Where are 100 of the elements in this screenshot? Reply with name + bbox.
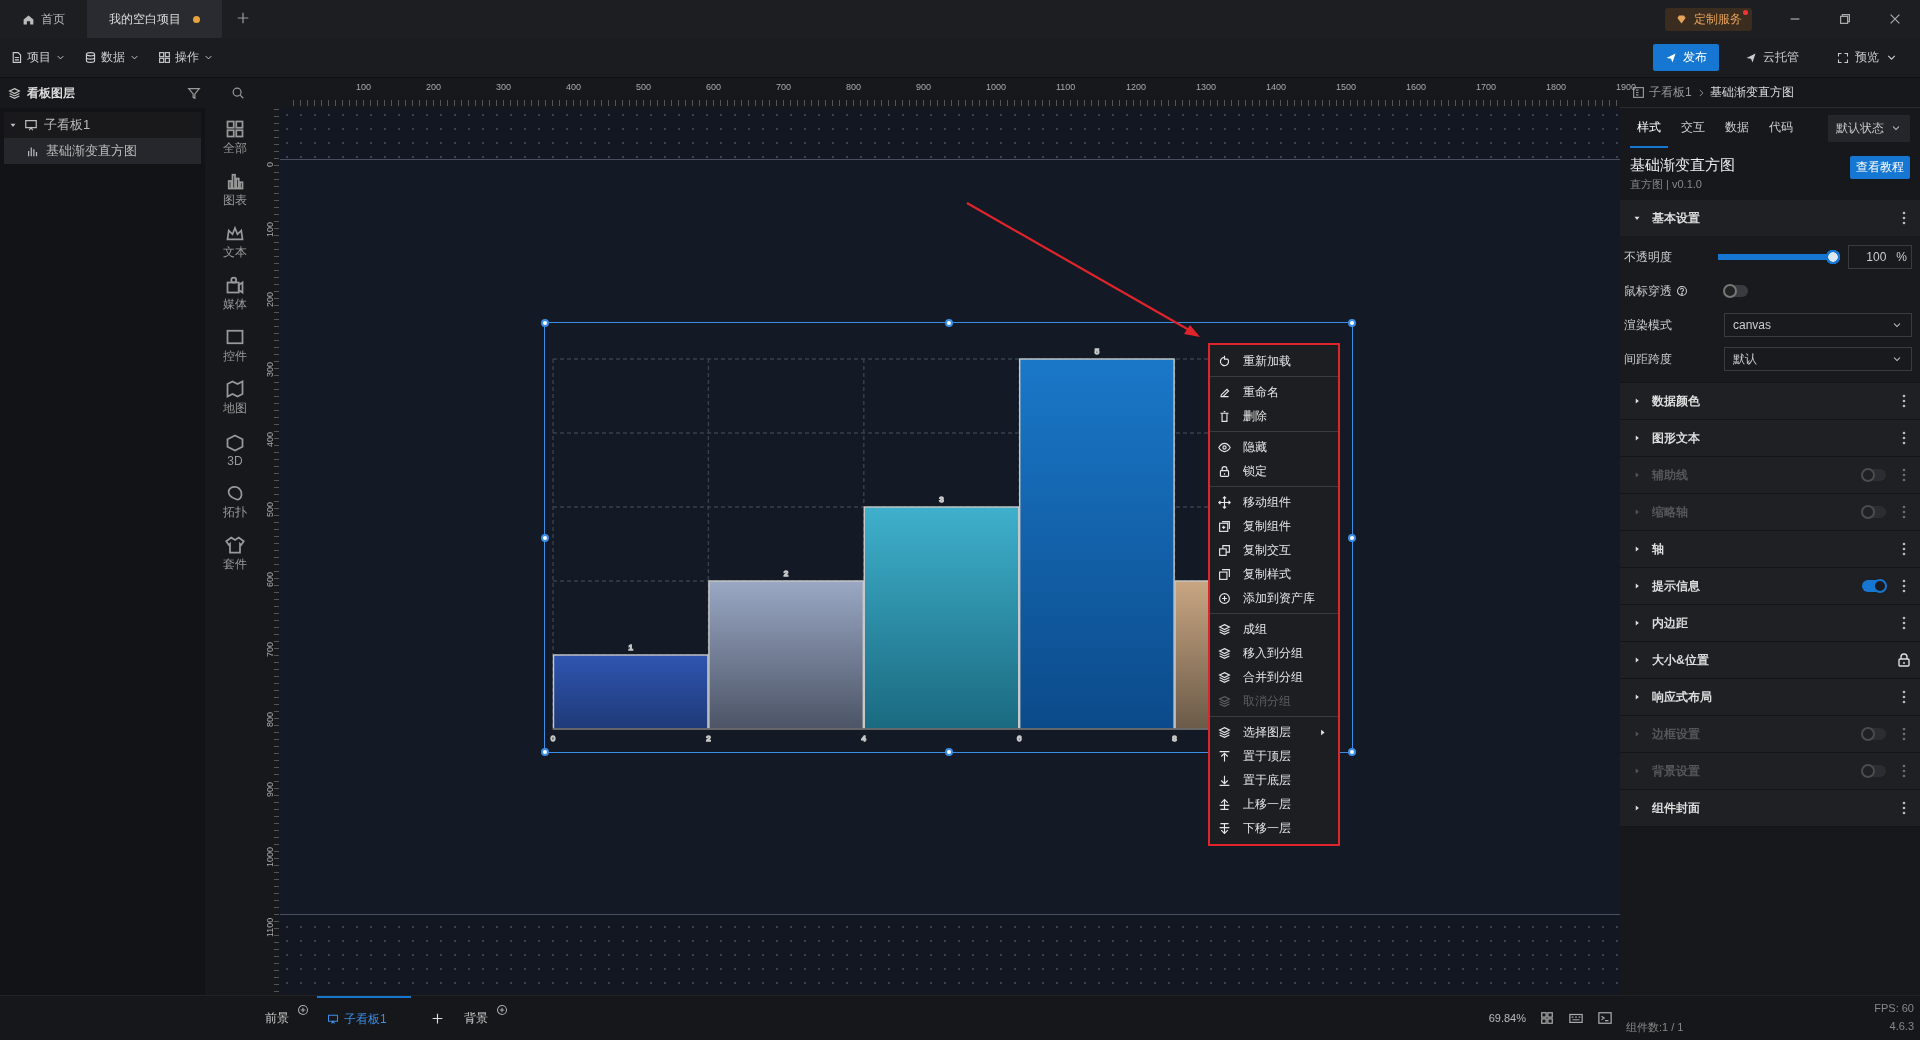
card-icon xyxy=(225,327,245,347)
menu-item[interactable]: 移入到分组 xyxy=(1210,641,1338,665)
section-header[interactable]: 响应式布局 xyxy=(1620,679,1920,715)
menu-item[interactable]: 重命名 xyxy=(1210,380,1338,404)
section-header[interactable]: 组件封面 xyxy=(1620,790,1920,826)
menu-item[interactable]: 合并到分组 xyxy=(1210,665,1338,689)
resize-handle[interactable] xyxy=(944,319,953,327)
category-button[interactable]: 媒体 xyxy=(223,268,247,320)
section-header[interactable]: 数据颜色 xyxy=(1620,383,1920,419)
section-header[interactable]: 大小&位置 xyxy=(1620,642,1920,678)
add-button[interactable] xyxy=(495,1004,508,1016)
menu-item[interactable]: 复制组件 xyxy=(1210,514,1338,538)
menu-item[interactable]: 复制交互 xyxy=(1210,538,1338,562)
resize-handle[interactable] xyxy=(541,319,549,327)
service-button[interactable]: 定制服务 xyxy=(1665,7,1752,31)
menu-item[interactable]: 重新加载 xyxy=(1210,349,1338,373)
section-header[interactable]: 轴 xyxy=(1620,531,1920,567)
axis-tick-label: 6 xyxy=(1016,734,1022,743)
resize-handle[interactable] xyxy=(944,748,953,756)
grid-icon xyxy=(225,119,245,139)
value-label: 2 xyxy=(783,569,789,578)
tutorial-button[interactable]: 查看教程 xyxy=(1850,156,1910,179)
board-tab[interactable]: 子看板1 xyxy=(317,996,411,1040)
menu-button[interactable]: 数据 xyxy=(84,49,140,66)
category-button[interactable]: 控件 xyxy=(223,320,247,372)
category-button[interactable]: 3D xyxy=(225,424,245,476)
axis-tick-label: 2 xyxy=(706,734,711,743)
menu-item[interactable]: 上移一层 xyxy=(1210,792,1338,816)
tab[interactable]: 数据 xyxy=(1718,108,1756,148)
add-board-button[interactable] xyxy=(430,1011,444,1025)
ruler-label: 1200 xyxy=(1126,82,1147,92)
menu-item[interactable]: 添加到资产库 xyxy=(1210,586,1338,610)
menu-item[interactable]: 锁定 xyxy=(1210,459,1338,483)
ruler-label: 1100 xyxy=(1056,82,1076,92)
menu-item[interactable]: 删除 xyxy=(1210,404,1338,428)
layers-icon xyxy=(1218,622,1231,636)
ruler-label: 700 xyxy=(776,82,792,92)
category-button[interactable]: 全部 xyxy=(223,112,247,164)
menu-button[interactable]: 操作 xyxy=(158,49,214,66)
shirt-icon xyxy=(225,535,245,555)
tab[interactable]: 交互 xyxy=(1674,108,1712,148)
preview-button[interactable]: 预览 xyxy=(1825,44,1910,71)
tab[interactable]: 代码 xyxy=(1762,108,1800,148)
add-button[interactable] xyxy=(297,1004,309,1016)
ruler-label: 1300 xyxy=(1196,82,1217,92)
layer-item[interactable]: 基础渐变直方图 xyxy=(4,138,201,164)
toolbar-button[interactable]: 云托管 xyxy=(1733,44,1811,71)
ruler-label: 1000 xyxy=(265,846,275,867)
category-button[interactable]: 图表 xyxy=(223,164,247,216)
copy-icon xyxy=(1218,543,1231,557)
field-label: 鼠标穿透 xyxy=(1624,282,1672,300)
select-field[interactable]: canvas xyxy=(1724,313,1912,337)
tab[interactable]: 我的空白项目 xyxy=(87,0,222,38)
section-header[interactable]: 图形文本 xyxy=(1620,420,1920,456)
tab[interactable]: 首页 xyxy=(0,0,87,38)
menu-item[interactable]: 置于底层 xyxy=(1210,768,1338,792)
toggle-switch[interactable] xyxy=(1862,580,1886,592)
reload-icon xyxy=(1218,354,1231,368)
category-button[interactable]: 地图 xyxy=(223,372,247,424)
menu-item[interactable]: 成组 xyxy=(1210,617,1338,641)
copy-icon xyxy=(1218,567,1231,581)
fit-screen-button[interactable] xyxy=(1540,1011,1554,1025)
resize-handle[interactable] xyxy=(1348,533,1356,542)
toggle-switch[interactable] xyxy=(1724,285,1748,297)
section-header[interactable]: 基本设置 xyxy=(1620,200,1920,236)
layer-tab[interactable]: 背景 xyxy=(463,1009,488,1027)
menu-item[interactable]: 复制样式 xyxy=(1210,562,1338,586)
copy-plus-icon xyxy=(1218,519,1231,533)
menu-button[interactable]: 项目 xyxy=(10,49,66,66)
layer-item[interactable]: 子看板1 xyxy=(4,112,201,138)
menu-item[interactable]: 下移一层 xyxy=(1210,816,1338,840)
filter-button[interactable] xyxy=(187,86,201,100)
select-field[interactable]: 默认 xyxy=(1724,347,1912,371)
resize-handle[interactable] xyxy=(1348,748,1356,756)
resize-handle[interactable] xyxy=(541,533,549,542)
category-button[interactable]: 拓扑 xyxy=(223,476,247,528)
layer-tab[interactable]: 前景 xyxy=(265,1009,289,1027)
tab[interactable]: 样式 xyxy=(1630,108,1668,148)
category-button[interactable]: 套件 xyxy=(223,528,247,580)
search-button[interactable] xyxy=(231,86,245,100)
category-button[interactable]: 文本 xyxy=(223,216,247,268)
resize-handle[interactable] xyxy=(541,748,549,756)
menu-item[interactable]: 选择图层 xyxy=(1210,720,1338,744)
ruler-label: 1100 xyxy=(265,917,275,937)
ruler-label: 200 xyxy=(265,291,275,307)
menu-item[interactable]: 置于顶层 xyxy=(1210,744,1338,768)
lock-icon xyxy=(1896,652,1912,668)
state-dropdown[interactable]: 默认状态 xyxy=(1828,114,1910,142)
breadcrumb-item[interactable]: 子看板1 xyxy=(1649,84,1692,101)
publish-button[interactable]: 发布 xyxy=(1653,44,1719,71)
resize-handle[interactable] xyxy=(1348,319,1356,327)
menu-item[interactable]: 隐藏 xyxy=(1210,435,1338,459)
menu-item[interactable]: 移动组件 xyxy=(1210,490,1338,514)
home-icon xyxy=(22,12,35,26)
ruler-label: 800 xyxy=(846,82,862,92)
section-header[interactable]: 提示信息 xyxy=(1620,568,1920,604)
field-label: 不透明度 xyxy=(1624,248,1672,266)
add-circle-icon xyxy=(1218,591,1231,605)
section-header[interactable]: 内边距 xyxy=(1620,605,1920,641)
number-field[interactable]: 100 % xyxy=(1848,245,1912,269)
